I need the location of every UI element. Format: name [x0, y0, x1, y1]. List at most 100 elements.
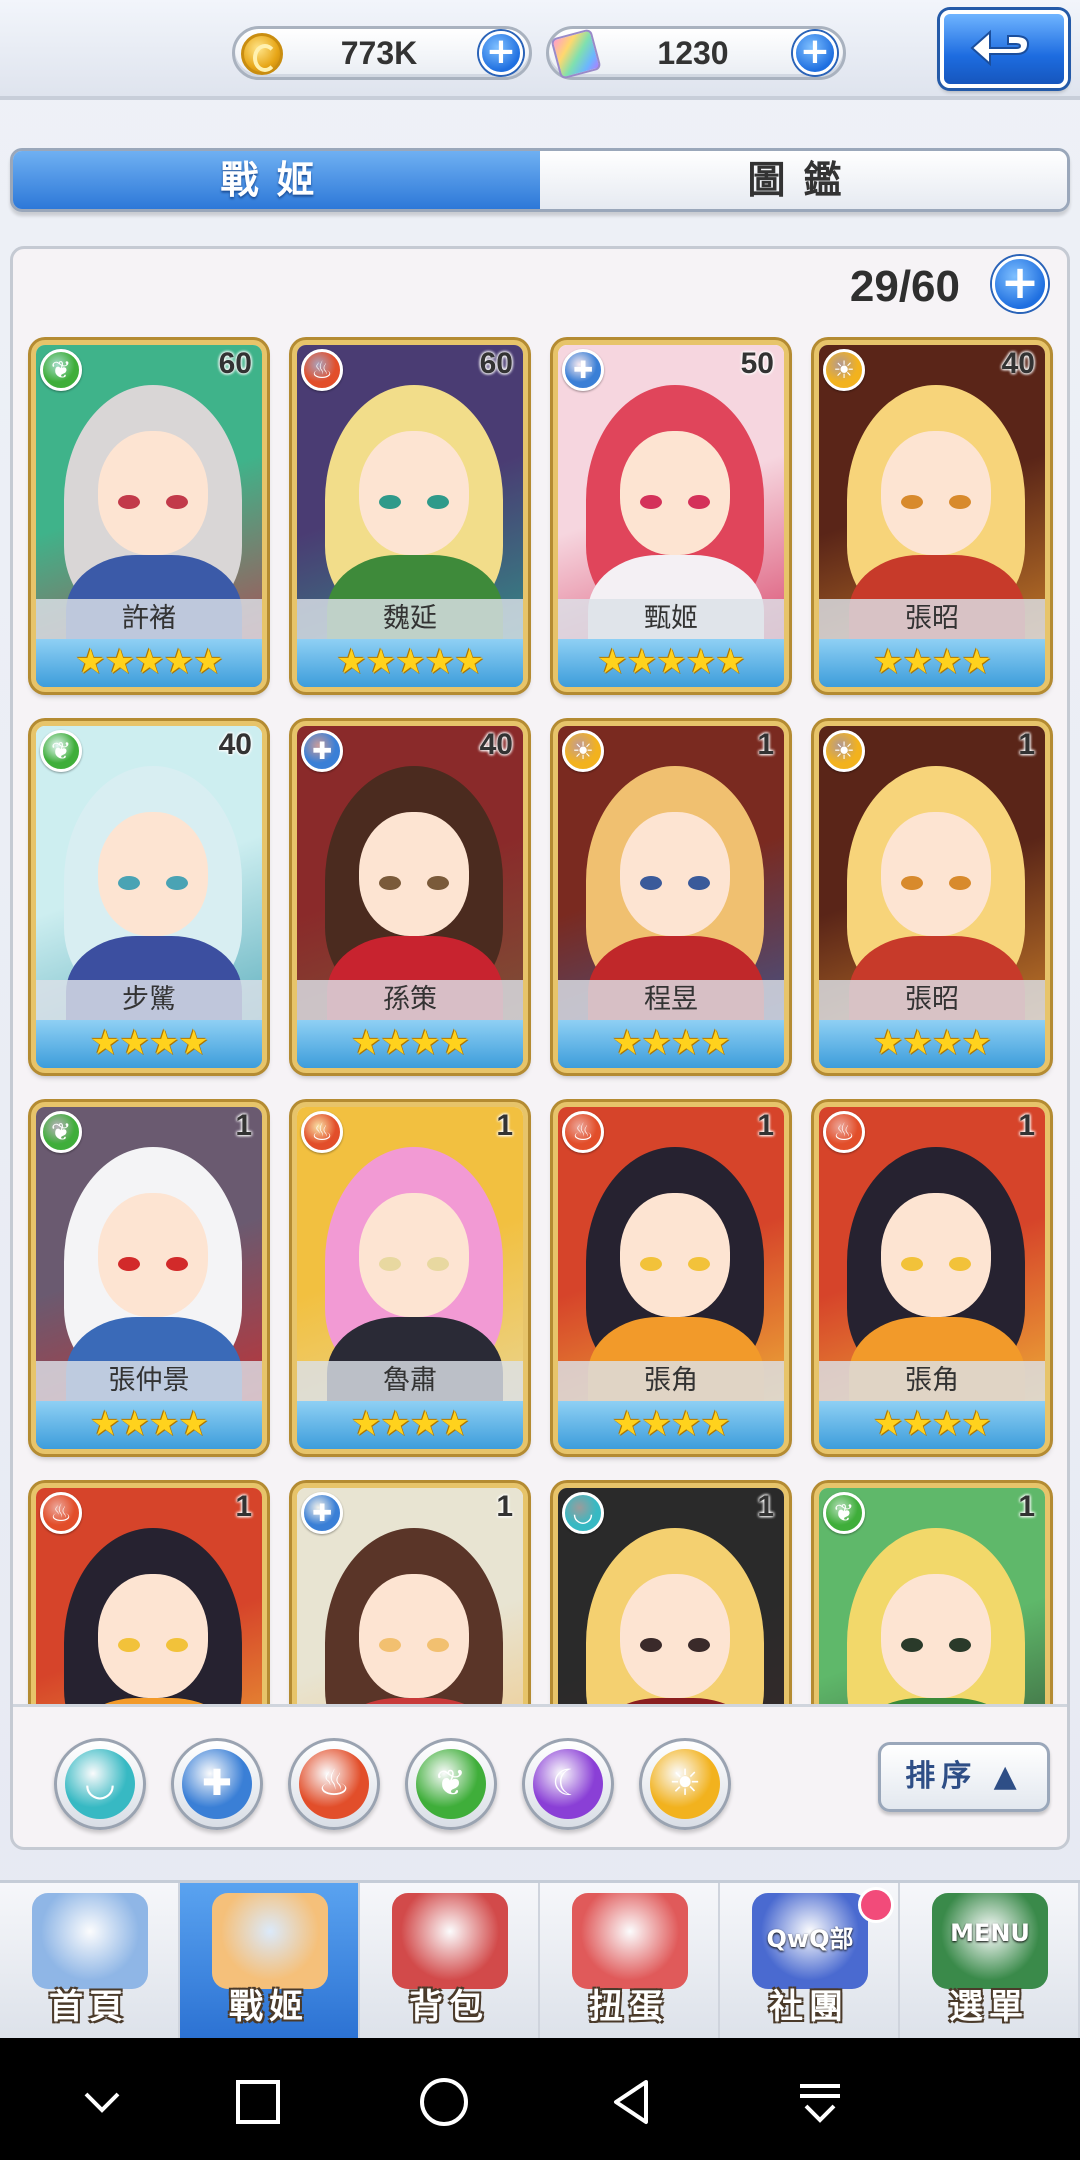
sort-button[interactable]: 排序 ▲ [878, 1742, 1050, 1812]
nav-gacha[interactable]: 扭蛋 [540, 1883, 720, 2038]
back-triangle-icon[interactable] [604, 2074, 660, 2130]
hero-level: 1 [496, 1490, 513, 1523]
hero-name: 甄姬 [558, 599, 784, 639]
gold-value: 773K [340, 35, 418, 71]
tab-heroines[interactable]: 戰姬 [13, 151, 540, 209]
ghost-element-icon: ◡ [65, 1749, 135, 1819]
gold-counter: 773K + [232, 26, 532, 80]
filter-ghost-button[interactable]: ◡ [54, 1738, 146, 1830]
system-nav-bar [0, 2038, 1080, 2160]
roster-count: 29/60 [849, 262, 960, 311]
hero-star-rating: ★★★★ [819, 1020, 1045, 1068]
castle-icon [32, 1893, 148, 1989]
expand-roster-button[interactable]: + [992, 256, 1048, 312]
gem-counter: 1230 + [546, 26, 846, 80]
hero-star-rating: ★★★★ [36, 1401, 262, 1449]
hero-card[interactable]: ❦ 1 張仲景 ★★★★ [31, 1102, 267, 1454]
hero-card[interactable]: ♨ 1 魯肅 ★★★★ [292, 1102, 528, 1454]
hero-card[interactable]: ❦ 40 步騭 ★★★★ [31, 721, 267, 1073]
hero-card[interactable]: ❦ 60 許褚 ★★★★★ [31, 340, 267, 692]
filter-leaf-button[interactable]: ❦ [405, 1738, 497, 1830]
add-gold-button[interactable]: + [479, 31, 523, 75]
notification-pull-icon[interactable] [792, 2074, 848, 2130]
hero-level: 40 [479, 728, 513, 761]
notification-badge [858, 1887, 894, 1923]
hero-name: 張仲景 [36, 1361, 262, 1401]
hero-name: 張昭 [819, 599, 1045, 639]
hero-level: 50 [740, 347, 774, 380]
hero-level: 40 [1001, 347, 1035, 380]
sun-element-icon: ☀ [562, 730, 604, 772]
hero-name: 許褚 [36, 599, 262, 639]
hero-card[interactable]: ☀ 1 張昭 ★★★★ [814, 721, 1050, 1073]
nav-club[interactable]: QwQ部 社團 [720, 1883, 900, 2038]
filter-flame-button[interactable]: ♨ [288, 1738, 380, 1830]
hero-name: 張角 [819, 1361, 1045, 1401]
bottom-nav: 首頁 戰姬 背包 扭蛋 QwQ部 社團 MENU 選單 [0, 1880, 1080, 2038]
hero-card[interactable]: ♨ 1 [31, 1483, 267, 1705]
shield-element-icon: ✚ [182, 1749, 252, 1819]
card-grid[interactable]: ❦ 60 許褚 ★★★★★ ♨ 60 魏延 ★★★★★ ✚ 50 甄姬 ★★★★★ ☀ 40 張昭 ★★★★ ❦… [13, 330, 1067, 1705]
hero-level: 1 [235, 1490, 252, 1523]
hero-card[interactable]: ✚ 40 孫策 ★★★★ [292, 721, 528, 1073]
hero-level: 60 [479, 347, 513, 380]
hero-star-rating: ★★★★ [558, 1020, 784, 1068]
nav-girl[interactable]: 戰姬 [180, 1883, 360, 2038]
hero-card[interactable]: ☀ 40 張昭 ★★★★ [814, 340, 1050, 692]
nav-menu-book[interactable]: MENU 選單 [900, 1883, 1080, 2038]
chevron-down-icon[interactable] [74, 2074, 130, 2130]
gacha-icon [572, 1893, 688, 1989]
view-tabs: 戰姬 圖鑑 [10, 148, 1070, 212]
hero-name: 魏延 [297, 599, 523, 639]
hero-card[interactable]: ❦ 1 [814, 1483, 1050, 1705]
leaf-element-icon: ❦ [40, 730, 82, 772]
tab-collection[interactable]: 圖鑑 [540, 151, 1067, 209]
hero-name: 張昭 [819, 980, 1045, 1020]
nav-backpack[interactable]: 背包 [360, 1883, 540, 2038]
flame-element-icon: ♨ [823, 1111, 865, 1153]
nav-label: 戰姬 [229, 1987, 309, 2027]
hero-level: 1 [496, 1109, 513, 1142]
back-arrow-icon [970, 29, 1030, 67]
leaf-element-icon: ❦ [40, 349, 82, 391]
nav-label: 首頁 [49, 1987, 129, 2027]
hero-level: 1 [1018, 1109, 1035, 1142]
shield-element-icon: ✚ [301, 1492, 343, 1534]
hero-name: 步騭 [36, 980, 262, 1020]
nav-label: 扭蛋 [589, 1987, 669, 2027]
moon-element-icon: ☾ [533, 1749, 603, 1819]
hero-card[interactable]: ✚ 50 甄姬 ★★★★★ [553, 340, 789, 692]
flame-element-icon: ♨ [301, 349, 343, 391]
hero-star-rating: ★★★★★ [36, 639, 262, 687]
filter-shield-button[interactable]: ✚ [171, 1738, 263, 1830]
nav-castle[interactable]: 首頁 [0, 1883, 180, 2038]
sun-element-icon: ☀ [650, 1749, 720, 1819]
hero-level: 1 [757, 1490, 774, 1523]
hero-name: 孫策 [297, 980, 523, 1020]
ghost-element-icon: ◡ [562, 1492, 604, 1534]
home-circle-icon[interactable] [416, 2074, 472, 2130]
sun-element-icon: ☀ [823, 349, 865, 391]
hero-level: 1 [757, 728, 774, 761]
hero-card[interactable]: ◡ 1 [553, 1483, 789, 1705]
filter-moon-button[interactable]: ☾ [522, 1738, 614, 1830]
hero-card[interactable]: ♨ 1 張角 ★★★★ [553, 1102, 789, 1454]
hero-star-rating: ★★★★ [297, 1020, 523, 1068]
hero-card[interactable]: ♨ 60 魏延 ★★★★★ [292, 340, 528, 692]
hero-card[interactable]: ☀ 1 程昱 ★★★★ [553, 721, 789, 1073]
hero-card[interactable]: ♨ 1 張角 ★★★★ [814, 1102, 1050, 1454]
hero-level: 1 [757, 1109, 774, 1142]
hero-star-rating: ★★★★★ [297, 639, 523, 687]
hero-card[interactable]: ✚ 1 [292, 1483, 528, 1705]
nav-label: 背包 [409, 1987, 489, 2027]
add-gems-button[interactable]: + [793, 31, 837, 75]
hero-star-rating: ★★★★ [558, 1401, 784, 1449]
filter-sun-button[interactable]: ☀ [639, 1738, 731, 1830]
hero-name: 程昱 [558, 980, 784, 1020]
flame-element-icon: ♨ [40, 1492, 82, 1534]
hero-level: 40 [218, 728, 252, 761]
recent-apps-icon[interactable] [230, 2074, 286, 2130]
back-button[interactable] [940, 10, 1068, 88]
hero-level: 1 [235, 1109, 252, 1142]
hero-star-rating: ★★★★ [36, 1020, 262, 1068]
